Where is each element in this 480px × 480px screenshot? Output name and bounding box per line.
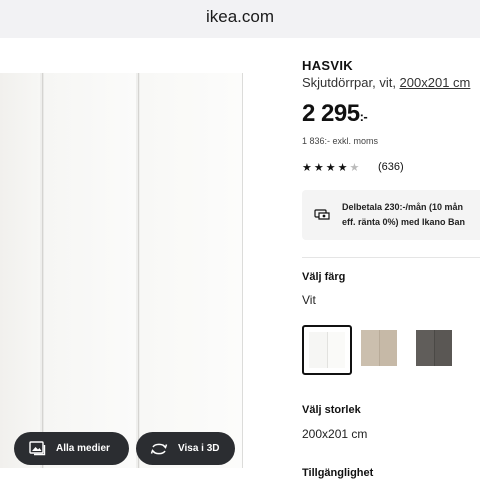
financing-line-1: Delbetala 230:-/mån (10 mån [342,202,464,212]
financing-line-2: eff. ränta 0%) med Ikano Ban [342,217,466,227]
color-section-label: Välj färg [302,271,346,283]
selected-color-value: Vit [302,293,316,307]
payment-card-icon [314,207,330,221]
door-seam [138,73,139,468]
product-price: 2 295:- [302,100,368,128]
door-seam [42,73,43,468]
all-media-label: Alla medier [56,443,110,454]
financing-box[interactable]: Delbetala 230:-/mån (10 mån eff. ränta 0… [302,190,480,240]
url-text[interactable]: ikea.com [206,7,274,27]
door-panel-right [140,73,242,468]
price-value: 2 295 [302,100,360,127]
color-swatch-beige[interactable] [356,325,406,375]
section-divider [302,257,480,258]
size-link[interactable]: 200x201 cm [400,75,471,90]
door-panel-left [0,73,40,468]
browser-url-bar[interactable]: ikea.com [0,0,480,38]
star-icon: ★ [302,162,314,174]
star-icon: ★ [313,162,326,174]
product-description-text: Skjutdörrpar, vit, [302,75,400,90]
price-excl-vat: 1 836:- exkl. moms [302,136,379,146]
selected-size-value[interactable]: 200x201 cm [302,427,367,441]
star-icon: ★ [337,162,350,174]
color-swatch-white[interactable] [302,325,352,375]
door-panel-middle [44,73,136,468]
price-suffix: :- [359,109,368,124]
all-media-button[interactable]: Alla medier [14,432,129,465]
image-icon [28,440,46,458]
color-swatch-gray[interactable] [411,325,461,375]
image-edge [242,73,243,468]
view-3d-label: Visa i 3D [178,443,220,454]
star-icon: ★ [325,162,338,174]
product-image[interactable] [0,73,242,468]
financing-text: Delbetala 230:-/mån (10 mån eff. ränta 0… [342,200,465,230]
view-3d-button[interactable]: Visa i 3D [136,432,235,465]
availability-section-label: Tillgänglighet [302,467,374,479]
rotate-3d-icon [150,440,168,458]
rating-stars[interactable]: ★★★★★ [302,161,361,174]
product-name: HASVIK [302,58,353,73]
rating-count[interactable]: (636) [378,161,404,173]
size-section-label: Välj storlek [302,404,361,416]
half-star-icon: ★ [349,162,362,174]
product-description: Skjutdörrpar, vit, 200x201 cm [302,75,470,90]
